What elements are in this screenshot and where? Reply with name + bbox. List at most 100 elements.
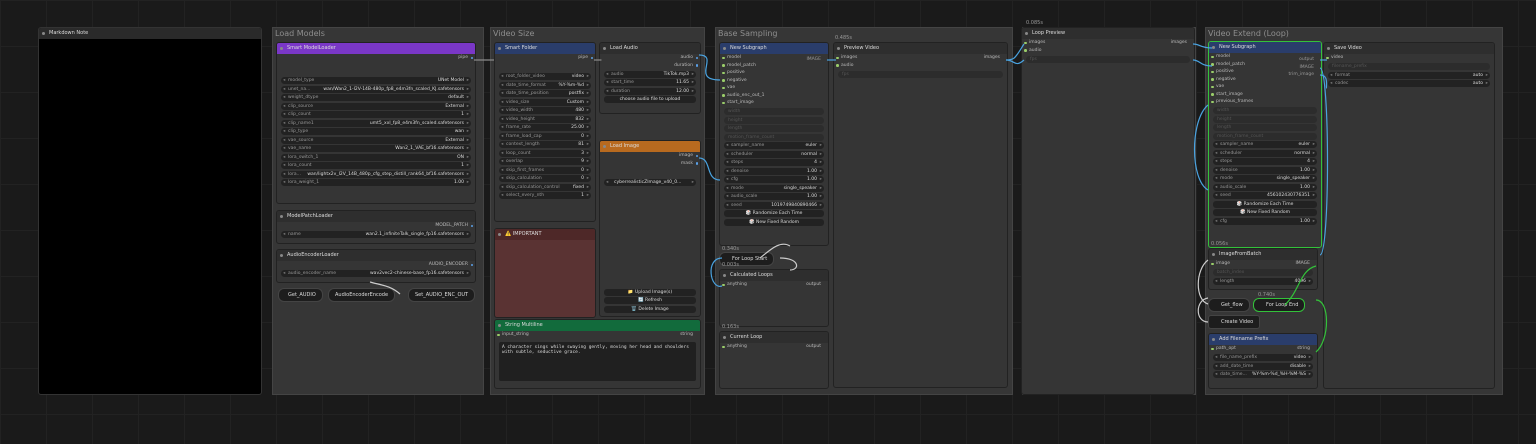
subgraph-1-output[interactable]: IMAGE: [806, 57, 821, 62]
smart-model-loader-widget-vae-name[interactable]: vae_nameWan2_1_VAE_bf16.safetensors: [281, 145, 471, 152]
smart-folder-widget-frame-rate[interactable]: frame_rate25.00: [499, 124, 591, 131]
input-model-patch[interactable]: model_patch: [720, 62, 828, 70]
smart-folder-widget-video-size[interactable]: video_sizeCustom: [499, 98, 591, 106]
fps-widget[interactable]: fps: [838, 70, 1003, 78]
ghost-widget-width[interactable]: width: [1213, 107, 1317, 114]
input-audio-enc-out-1[interactable]: audio_enc_out_1: [720, 92, 828, 100]
output-model-patch[interactable]: MODEL_PATCH: [277, 222, 475, 230]
smart-model-loader-widget-lora-switch-1[interactable]: lora_switch_1ON: [281, 153, 471, 161]
input-string-slot[interactable]: input_string string: [495, 331, 700, 339]
important-note-node[interactable]: ⚠️ IMPORTANT: [494, 228, 596, 318]
input-previous-frames[interactable]: previous_frames: [1209, 98, 1321, 106]
smart-model-loader-widget-clip-count[interactable]: clip_count1: [281, 111, 471, 118]
choose-audio-button[interactable]: choose audio file to upload: [604, 96, 696, 103]
fps-widget[interactable]: fps: [1026, 55, 1190, 63]
subgraph-2-outputs[interactable]: output IMAGE trim_image: [1288, 56, 1314, 79]
filename-prefix-widget-date-time-[interactable]: date_time...%Y-%m-%d_%H-%M-%S: [1213, 371, 1313, 378]
output-pipe[interactable]: pipe: [495, 54, 595, 62]
save-video-widget-codec[interactable]: codecauto: [1328, 80, 1490, 87]
smart-model-loader-widget-clip-name1[interactable]: clip_name1umt5_xxl_fp8_e4m3fn_scaled.saf…: [281, 119, 471, 127]
new-fixed-random-button[interactable]: 🎲 New Fixed Random: [1213, 209, 1317, 216]
subgraph-2-widget-sampler-name[interactable]: sampler_nameeuler: [1213, 141, 1317, 148]
ghost-widget-height[interactable]: height: [724, 116, 824, 124]
ghost-widget-height[interactable]: height: [1213, 115, 1317, 123]
ghost-widget-motion-frame-count[interactable]: motion_frame_count: [724, 133, 824, 141]
smart-model-loader-widget-unet-na-[interactable]: unet_na...wan/Wan2_1-I2V-14B-480p_fp8_e4…: [281, 85, 471, 93]
set-audio-enc-out-node[interactable]: Set_AUDIO_ENC_OUT: [408, 288, 476, 302]
input-negative[interactable]: negative: [720, 77, 828, 85]
delete-image-button[interactable]: 🗑️ Delete Image: [604, 305, 696, 313]
refresh-button[interactable]: 🔄 Refresh: [604, 297, 696, 304]
load-audio-widget-start-time[interactable]: start_time11.65: [604, 79, 696, 86]
subgraph-1-widget-seed[interactable]: seed1019749840890466: [724, 201, 824, 209]
smart-model-loader-node[interactable]: Smart ModelLoader pipe model_typeUNet Mo…: [276, 42, 476, 204]
smart-model-loader-widget-lora-[interactable]: lora...wan/lightx2v_I2V_14B_480p_cfg_ste…: [281, 170, 471, 178]
smart-folder-widget-root-folder-video[interactable]: root_folder_videovideo: [499, 73, 591, 80]
smart-folder-widget-video-height[interactable]: video_height832: [499, 115, 591, 123]
load-audio-node[interactable]: Load Audio audio duration audioTikTok.mp…: [599, 42, 701, 114]
loop-preview-node[interactable]: Loop Preview images images audio fps: [1021, 27, 1195, 395]
smart-model-loader-widget-weight-dtype[interactable]: weight_dtypedefault: [281, 94, 471, 101]
smart-folder-widget-select-every-nth[interactable]: select_every_nth1: [499, 192, 591, 199]
new-fixed-random-button[interactable]: 🎲 New Fixed Random: [724, 218, 824, 226]
subgraph-2-widget-mode[interactable]: modesingle_speaker: [1213, 175, 1317, 182]
audio-encoder-encode-node[interactable]: AudioEncoderEncode: [328, 288, 396, 302]
input-vae[interactable]: vae: [720, 84, 828, 92]
current-loop-node[interactable]: Current Loop anything output: [719, 331, 829, 389]
filename-prefix-widget-add-date-time[interactable]: add_date_timedisable: [1213, 362, 1313, 370]
audio-encoder-loader-node[interactable]: AudioEncoderLoader AUDIO_ENCODER audio_e…: [276, 249, 476, 283]
ghost-widget-length[interactable]: length: [1213, 124, 1317, 131]
smart-model-loader-widget-model-type[interactable]: model_typeUNet Model: [281, 77, 471, 84]
load-audio-widget-duration[interactable]: duration12.00: [604, 87, 696, 95]
subgraph-1-widget-denoise[interactable]: denoise1.00: [724, 167, 824, 175]
input-path-opt[interactable]: path_opt string: [1209, 345, 1317, 353]
audio-encoder-name-widget[interactable]: audio_encoder_namewav2vec2-chinese-base_…: [281, 270, 471, 277]
markdown-note-node[interactable]: Markdown Note: [38, 27, 262, 395]
string-multiline-node[interactable]: String Multiline input_string string A ch…: [494, 319, 701, 389]
subgraph-2-widget-audio-scale[interactable]: audio_scale1.00: [1213, 183, 1317, 191]
cfg-widget[interactable]: cfg1.00: [1213, 217, 1317, 225]
output-pipe[interactable]: pipe: [277, 54, 475, 62]
model-patch-loader-node[interactable]: ModelPatchLoader MODEL_PATCH namewan2.1_…: [276, 210, 476, 244]
calculated-loops-node[interactable]: Calculated Loops anything output: [719, 269, 829, 327]
randomize-each-time-button[interactable]: 🎲 Randomize Each Time: [1213, 200, 1317, 208]
output-image[interactable]: image: [600, 152, 700, 160]
new-subgraph-1-node[interactable]: New Subgraph model model_patch positive neg…: [719, 42, 829, 246]
smart-model-loader-widget-lora-count[interactable]: lora_count1: [281, 162, 471, 169]
smart-folder-widget-skip-calculation-control[interactable]: skip_calculation_controlfixed: [499, 183, 591, 191]
subgraph-2-widget-scheduler[interactable]: schedulernormal: [1213, 149, 1317, 157]
smart-folder-widget-loop-count[interactable]: loop_count3: [499, 149, 591, 157]
input-start-image[interactable]: start_image: [720, 99, 828, 107]
smart-folder-widget-skip-first-frames[interactable]: skip_first_frames0: [499, 166, 591, 174]
smart-folder-widget-skip-calculation[interactable]: skip_calculation0: [499, 175, 591, 182]
randomize-each-time-button[interactable]: 🎲 Randomize Each Time: [724, 210, 824, 217]
output-duration[interactable]: duration: [600, 62, 700, 70]
output-audio-encoder[interactable]: AUDIO_ENCODER: [277, 261, 475, 269]
preview-video-node[interactable]: Preview Video images images audio fps: [833, 42, 1008, 388]
subgraph-1-widget-cfg[interactable]: cfg1.00: [724, 176, 824, 183]
output-audio[interactable]: audio: [600, 54, 700, 62]
input-audio[interactable]: audio: [1022, 47, 1194, 55]
image-select-widget[interactable]: cyberrealisticZImage_v40_0...: [604, 178, 696, 186]
smart-folder-widget-context-length[interactable]: context_length81: [499, 141, 591, 148]
ghost-widget-motion-frame-count[interactable]: motion_frame_count: [1213, 132, 1317, 140]
smart-model-loader-widget-clip-type[interactable]: clip_typewan: [281, 128, 471, 135]
batch-index-widget[interactable]: batch_index: [1213, 269, 1313, 276]
image-from-batch-node[interactable]: ImageFromBatch imageIMAGE batch_index le…: [1208, 248, 1318, 290]
length-widget[interactable]: length4096: [1213, 277, 1313, 285]
smart-model-loader-widget-clip-source[interactable]: clip_sourceExternal: [281, 102, 471, 110]
save-video-widget-format[interactable]: formatauto: [1328, 71, 1490, 79]
ghost-widget-width[interactable]: width: [724, 108, 824, 115]
load-image-node[interactable]: Load Image image mask cyberrealisticZIma…: [599, 140, 701, 317]
load-audio-widget-audio[interactable]: audioTikTok.mp3: [604, 70, 696, 78]
smart-folder-node[interactable]: Smart Folder pipe root_folder_videovideo…: [494, 42, 596, 222]
add-filename-prefix-node[interactable]: Add Filename Prefix path_optstring file_…: [1208, 333, 1318, 389]
smart-model-loader-widget-vae-source[interactable]: vae_sourceExternal: [281, 136, 471, 144]
input-positive[interactable]: positive: [720, 69, 828, 77]
input-anything[interactable]: anything output: [720, 343, 828, 351]
create-video-node[interactable]: Create Video: [1208, 315, 1261, 329]
prompt-textarea[interactable]: A character sings while swaying gently, …: [499, 341, 696, 381]
input-audio[interactable]: audio: [834, 62, 1007, 70]
output-mask[interactable]: mask: [600, 160, 700, 168]
input-video[interactable]: video: [1324, 54, 1494, 62]
